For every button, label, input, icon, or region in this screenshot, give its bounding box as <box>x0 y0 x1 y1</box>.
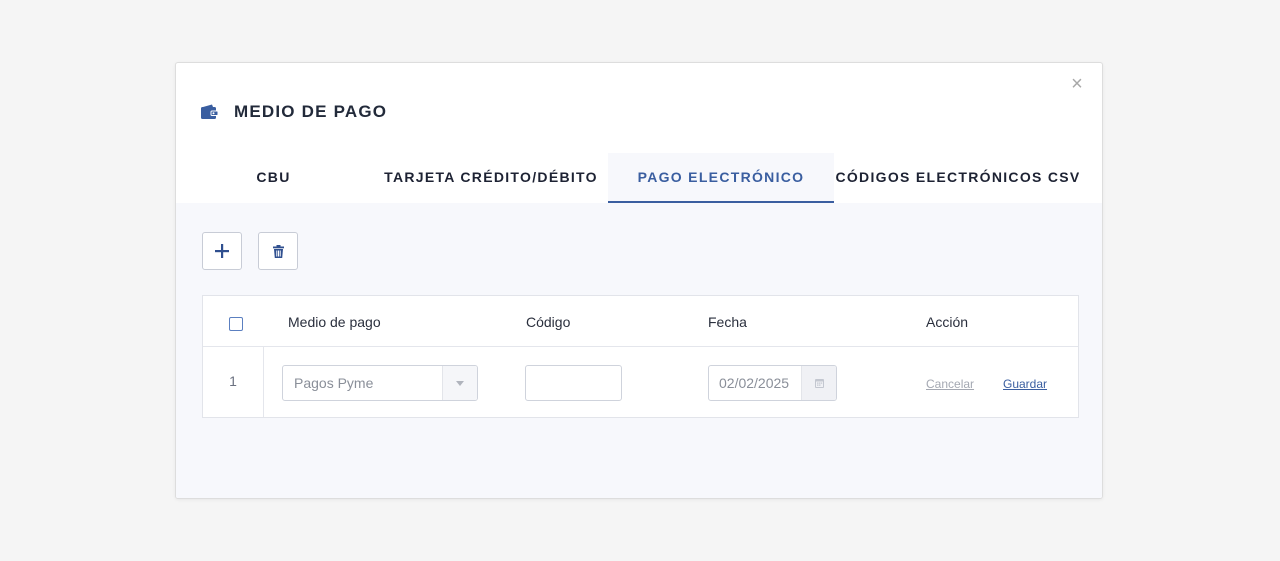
select-all-checkbox[interactable] <box>229 317 243 331</box>
tab-codigos-electronicos-csv[interactable]: CÓDIGOS ELECTRÓNICOS CSV <box>835 153 1079 201</box>
payment-method-value: Pagos Pyme <box>294 375 374 391</box>
plus-icon <box>215 244 229 258</box>
code-input[interactable] <box>525 365 622 401</box>
save-button[interactable]: Guardar <box>1003 377 1047 391</box>
tab-tarjeta-credito-debito[interactable]: TARJETA CRÉDITO/DÉBITO <box>381 153 601 201</box>
chevron-down-icon <box>456 381 464 386</box>
column-header-medio-de-pago: Medio de pago <box>288 314 381 330</box>
column-header-accion: Acción <box>926 314 969 330</box>
date-field[interactable]: 02/02/2025 <box>708 365 837 401</box>
select-toggle[interactable] <box>442 366 477 400</box>
payments-table: Medio de pago Código Fecha Acción 1 Pago… <box>202 295 1079 418</box>
payment-method-modal: × MEDIO DE PAGO CBU TARJETA CRÉDITO/DÉBI… <box>175 62 1103 499</box>
tab-cbu[interactable]: CBU <box>201 153 346 201</box>
delete-button[interactable] <box>258 232 298 270</box>
tab-pago-electronico[interactable]: PAGO ELECTRÓNICO <box>608 153 834 203</box>
add-button[interactable] <box>202 232 242 270</box>
table-row: 1 Pagos Pyme 02/02/2025 Cancelar Guardar <box>203 347 1078 417</box>
modal-title: MEDIO DE PAGO <box>234 102 388 121</box>
column-header-fecha: Fecha <box>708 314 747 330</box>
row-number: 1 <box>203 347 264 417</box>
payment-method-select[interactable]: Pagos Pyme <box>282 365 478 401</box>
modal-header: MEDIO DE PAGO <box>201 100 387 124</box>
cancel-button[interactable]: Cancelar <box>926 377 974 391</box>
calendar-button[interactable] <box>801 366 836 400</box>
date-value: 02/02/2025 <box>719 375 790 391</box>
trash-icon <box>272 244 284 258</box>
tab-content: Medio de pago Código Fecha Acción 1 Pago… <box>176 203 1102 498</box>
table-header: Medio de pago Código Fecha Acción <box>203 296 1078 347</box>
column-header-codigo: Código <box>526 314 571 330</box>
wallet-icon <box>201 104 218 119</box>
calendar-icon <box>814 378 824 388</box>
tab-bar: CBU TARJETA CRÉDITO/DÉBITO PAGO ELECTRÓN… <box>176 153 1102 203</box>
close-button[interactable]: × <box>1068 73 1086 95</box>
